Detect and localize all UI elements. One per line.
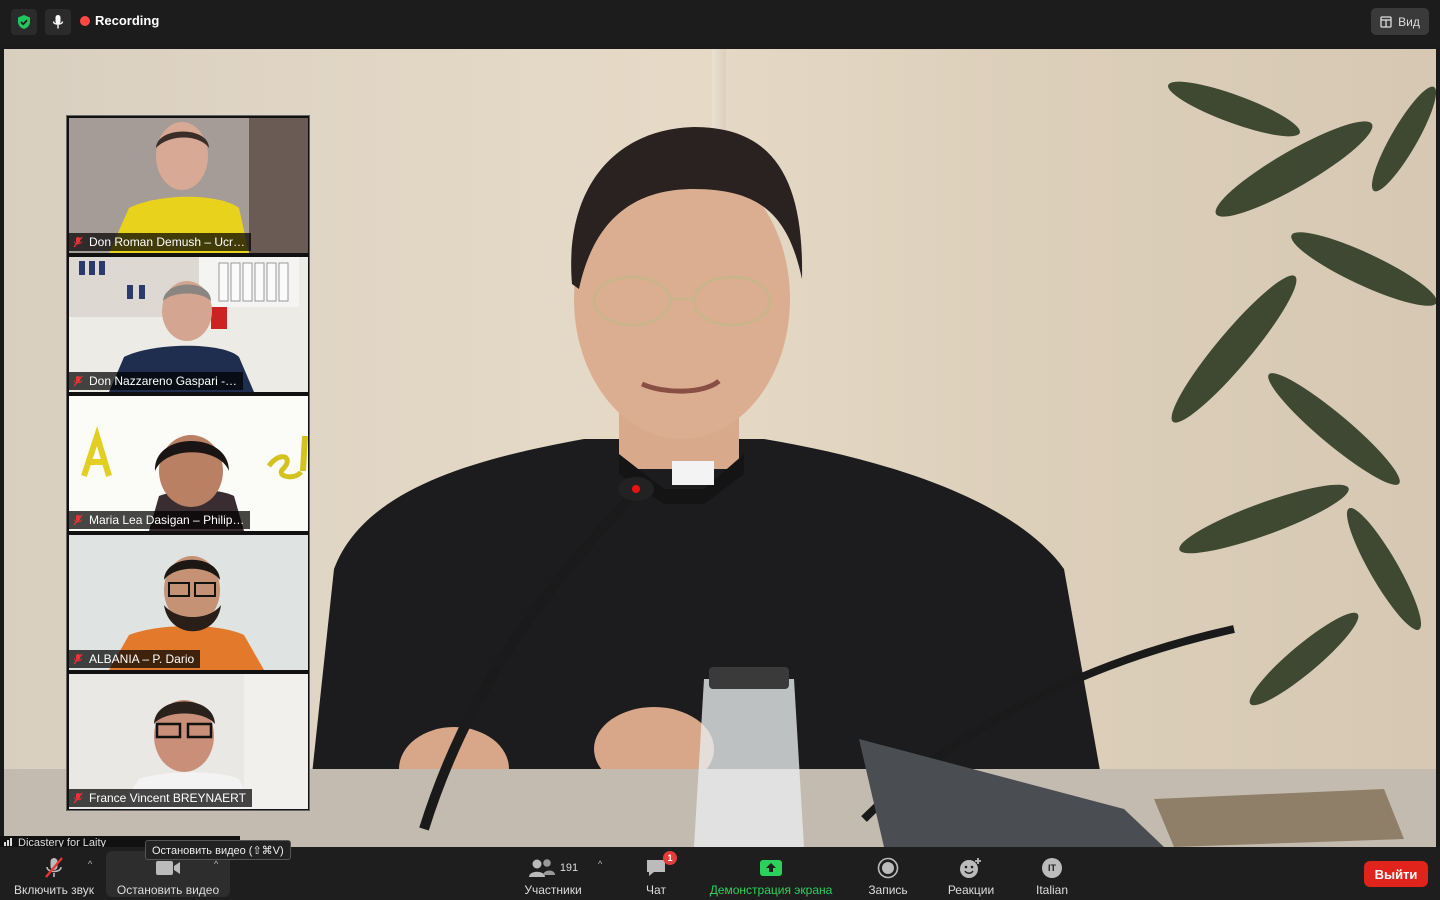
reactions-button[interactable]: Реакции: [940, 851, 1002, 897]
recording-label: Recording: [95, 13, 160, 28]
muted-microphone-icon: [43, 855, 65, 881]
view-button[interactable]: Вид: [1371, 8, 1429, 35]
participants-icon: [528, 859, 555, 877]
participant-tile[interactable]: Don Roman Demush – Ucr…: [69, 118, 308, 253]
share-screen-icon: [759, 855, 783, 881]
recording-dot-icon: [80, 15, 90, 26]
muted-mic-icon: [73, 236, 83, 248]
muted-mic-icon: [73, 514, 83, 526]
participant-thumbnails: Don Roman Demush – Ucr… Don Nazzareno Ga…: [66, 115, 310, 811]
participant-name-tag: Don Roman Demush – Ucr…: [69, 233, 252, 251]
participant-tile[interactable]: France Vincent BREYNAERT: [69, 674, 308, 809]
participant-tile[interactable]: Don Nazzareno Gaspari -…: [69, 257, 308, 392]
stop-video-button[interactable]: Остановить видео: [108, 851, 228, 897]
record-icon: [877, 855, 899, 881]
muted-mic-icon: [73, 653, 83, 665]
grid-view-icon: [1380, 15, 1392, 28]
leave-meeting-button[interactable]: Выйти: [1364, 861, 1428, 887]
participants-count: 191: [559, 862, 579, 874]
participant-name-tag: France Vincent BREYNAERT: [69, 789, 252, 807]
video-camera-icon: [155, 855, 181, 881]
participant-name-tag: Don Nazzareno Gaspari -…: [69, 372, 244, 390]
recording-indicator[interactable]: Recording: [80, 13, 159, 28]
participant-tile[interactable]: ALBANIA – P. Dario: [69, 535, 308, 670]
top-bar: Recording Вид: [0, 0, 1440, 44]
share-screen-button[interactable]: Демонстрация экрана: [702, 851, 840, 897]
signal-bars-icon: [4, 838, 12, 846]
audio-indicator-icon[interactable]: [45, 9, 71, 35]
participants-options-chevron-icon[interactable]: ^: [598, 859, 602, 869]
view-label: Вид: [1398, 14, 1420, 29]
interpretation-language-icon: IT: [1041, 855, 1063, 881]
video-options-chevron-icon[interactable]: ^: [214, 859, 218, 869]
muted-mic-icon: [73, 792, 83, 804]
muted-mic-icon: [73, 375, 83, 387]
unmute-button[interactable]: Включить звук: [8, 851, 100, 897]
audio-options-chevron-icon[interactable]: ^: [88, 859, 92, 869]
smiley-plus-icon: [959, 855, 983, 881]
participants-button[interactable]: 191 Участники: [512, 851, 594, 897]
zoom-meeting-window: Recording Вид Don Roman Demush – Ucr… Do…: [0, 0, 1440, 900]
participant-name-tag: Maria Lea Dasigan – Philip…: [69, 511, 251, 529]
chat-button[interactable]: 1 Чат: [630, 851, 682, 897]
interpretation-button[interactable]: IT Italian: [1026, 851, 1078, 897]
chat-unread-badge: 1: [663, 851, 677, 865]
participant-name-tag: ALBANIA – P. Dario: [69, 650, 201, 668]
record-button[interactable]: Запись: [860, 851, 916, 897]
participant-tile[interactable]: Maria Lea Dasigan – Philip…: [69, 396, 308, 531]
security-shield-icon[interactable]: [11, 9, 37, 35]
